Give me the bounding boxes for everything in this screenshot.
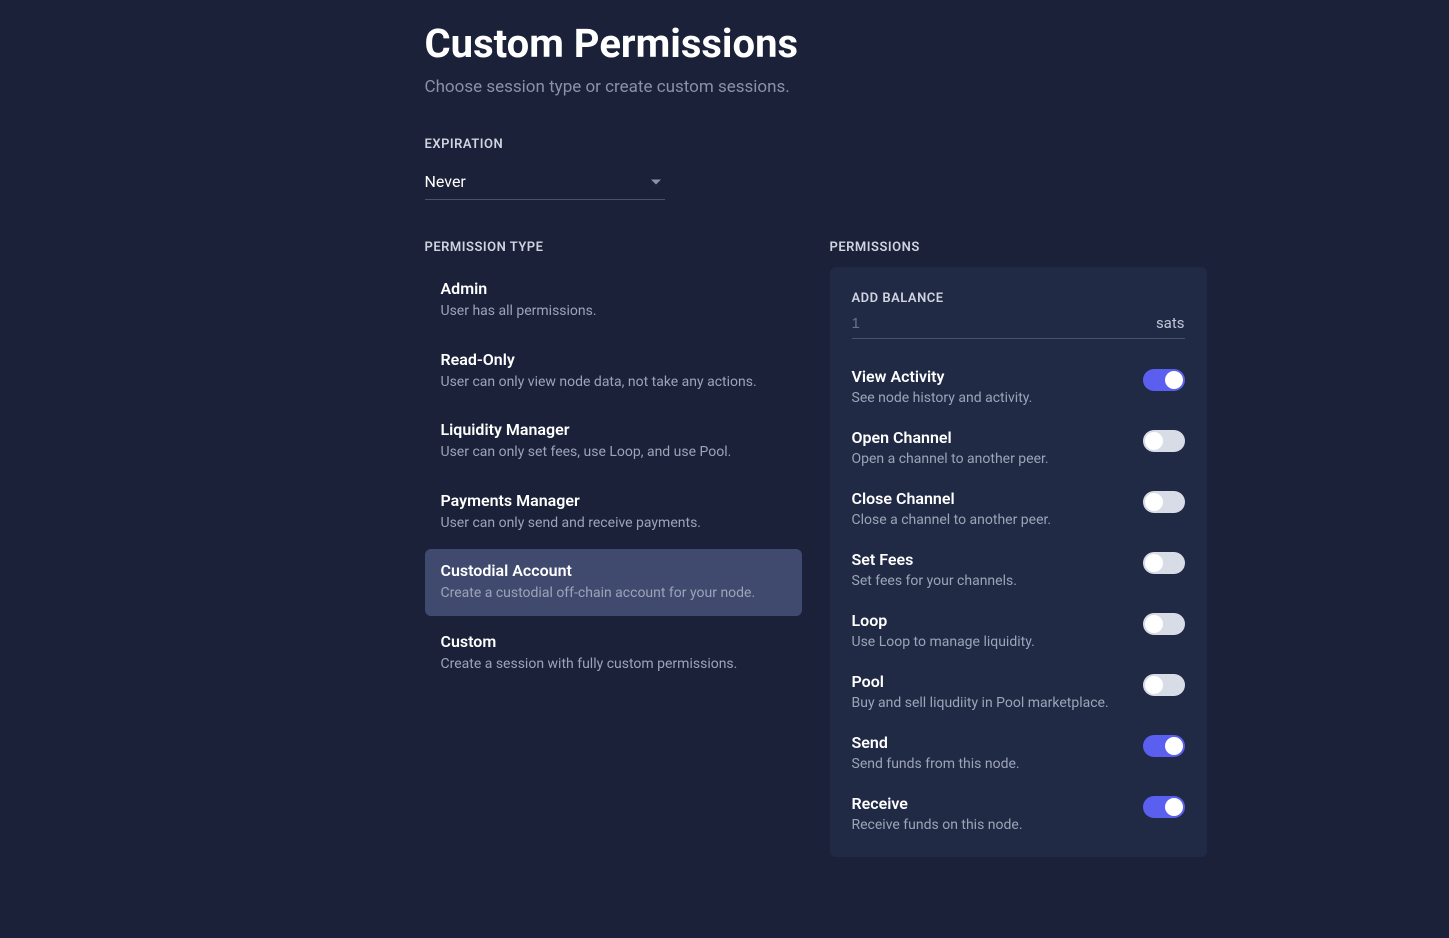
permission-type-item-desc: User can only view node data, not take a… bbox=[441, 373, 786, 393]
permission-type-label: PERMISSION TYPE bbox=[425, 240, 802, 255]
toggle-knob bbox=[1165, 371, 1183, 389]
permission-item: Loop Use Loop to manage liquidity. bbox=[852, 611, 1185, 650]
permission-toggle[interactable] bbox=[1143, 613, 1185, 635]
permission-item: Pool Buy and sell liqudiity in Pool marke… bbox=[852, 672, 1185, 711]
permission-item-title: Loop bbox=[852, 611, 1123, 630]
permission-type-item-desc: Create a session with fully custom permi… bbox=[441, 655, 786, 675]
toggle-knob bbox=[1165, 737, 1183, 755]
permission-item-title: Receive bbox=[852, 794, 1123, 813]
permission-toggle[interactable] bbox=[1143, 674, 1185, 696]
permission-item-title: Close Channel bbox=[852, 489, 1123, 508]
permission-type-item-desc: User can only set fees, use Loop, and us… bbox=[441, 443, 786, 463]
permission-item-desc: Send funds from this node. bbox=[852, 756, 1123, 772]
permission-type-item[interactable]: Admin User has all permissions. bbox=[425, 267, 802, 334]
permission-item-desc: Close a channel to another peer. bbox=[852, 512, 1123, 528]
toggle-knob bbox=[1145, 615, 1163, 633]
permission-item-title: Pool bbox=[852, 672, 1123, 691]
permission-item-desc: Buy and sell liqudiity in Pool marketpla… bbox=[852, 695, 1123, 711]
permission-item-desc: Receive funds on this node. bbox=[852, 817, 1123, 833]
permission-item: View Activity See node history and activi… bbox=[852, 367, 1185, 406]
permission-toggle[interactable] bbox=[1143, 430, 1185, 452]
permission-item-desc: Set fees for your channels. bbox=[852, 573, 1123, 589]
permission-item-desc: Open a channel to another peer. bbox=[852, 451, 1123, 467]
permission-type-item-title: Liquidity Manager bbox=[441, 420, 786, 439]
permission-type-item-title: Custodial Account bbox=[441, 561, 786, 580]
permission-item-title: Send bbox=[852, 733, 1123, 752]
permission-type-item[interactable]: Payments Manager User can only send and r… bbox=[425, 479, 802, 546]
toggle-knob bbox=[1145, 432, 1163, 450]
permission-item: Send Send funds from this node. bbox=[852, 733, 1185, 772]
permission-type-item[interactable]: Custom Create a session with fully custom… bbox=[425, 620, 802, 687]
permission-type-item[interactable]: Liquidity Manager User can only set fees,… bbox=[425, 408, 802, 475]
permission-item: Receive Receive funds on this node. bbox=[852, 794, 1185, 833]
permission-item-title: Open Channel bbox=[852, 428, 1123, 447]
toggle-knob bbox=[1165, 798, 1183, 816]
caret-down-icon bbox=[651, 179, 661, 184]
permission-type-item-title: Admin bbox=[441, 279, 786, 298]
permissions-panel: ADD BALANCE sats View Activity See node h… bbox=[830, 267, 1207, 857]
toggle-knob bbox=[1145, 554, 1163, 572]
permission-item-desc: Use Loop to manage liquidity. bbox=[852, 634, 1123, 650]
page-title: Custom Permissions bbox=[425, 20, 1235, 67]
permission-item: Set Fees Set fees for your channels. bbox=[852, 550, 1185, 589]
permission-toggle[interactable] bbox=[1143, 552, 1185, 574]
permission-type-item[interactable]: Custodial Account Create a custodial off-… bbox=[425, 549, 802, 616]
permission-type-item-title: Custom bbox=[441, 632, 786, 651]
permission-type-item-title: Payments Manager bbox=[441, 491, 786, 510]
permission-toggle[interactable] bbox=[1143, 735, 1185, 757]
toggle-knob bbox=[1145, 493, 1163, 511]
permission-toggle[interactable] bbox=[1143, 369, 1185, 391]
expiration-label: EXPIRATION bbox=[425, 137, 1235, 152]
permission-toggle[interactable] bbox=[1143, 491, 1185, 513]
permissions-label: PERMISSIONS bbox=[830, 240, 1207, 255]
permission-item-title: View Activity bbox=[852, 367, 1123, 386]
balance-input[interactable] bbox=[852, 315, 1156, 332]
permission-toggle[interactable] bbox=[1143, 796, 1185, 818]
toggle-knob bbox=[1145, 676, 1163, 694]
permission-type-item-desc: User has all permissions. bbox=[441, 302, 786, 322]
add-balance-label: ADD BALANCE bbox=[852, 291, 1185, 306]
permission-type-item-desc: Create a custodial off-chain account for… bbox=[441, 584, 786, 604]
expiration-select[interactable]: Never bbox=[425, 164, 665, 200]
permission-type-item-title: Read-Only bbox=[441, 350, 786, 369]
permission-type-item[interactable]: Read-Only User can only view node data, n… bbox=[425, 338, 802, 405]
permission-item: Open Channel Open a channel to another pe… bbox=[852, 428, 1185, 467]
permission-item: Close Channel Close a channel to another … bbox=[852, 489, 1185, 528]
permission-item-desc: See node history and activity. bbox=[852, 390, 1123, 406]
permission-type-item-desc: User can only send and receive payments. bbox=[441, 514, 786, 534]
permission-item-title: Set Fees bbox=[852, 550, 1123, 569]
balance-unit: sats bbox=[1156, 314, 1185, 332]
expiration-value: Never bbox=[425, 164, 665, 199]
page-subtitle: Choose session type or create custom ses… bbox=[425, 77, 1235, 97]
